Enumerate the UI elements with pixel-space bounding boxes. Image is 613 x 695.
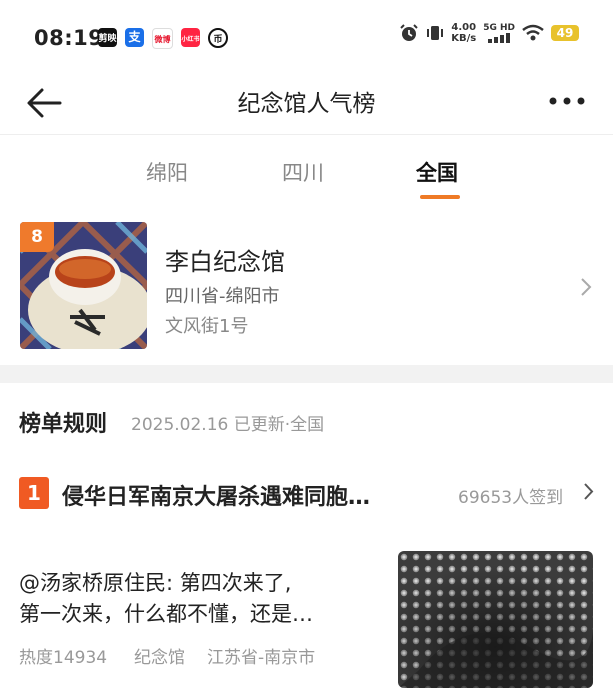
rules-update-meta: 2025.02.16 已更新·全国 <box>131 415 325 435</box>
battery-indicator: 49 <box>551 25 579 41</box>
section-divider <box>0 365 613 383</box>
coin-app-icon: 币 <box>208 28 228 48</box>
nav-bar: 纪念馆人气榜 <box>0 72 613 135</box>
jianying-app-icon: 剪映 <box>98 28 117 47</box>
tab-sichuan[interactable]: 四川 <box>282 157 324 187</box>
ranking-rules-header: 榜单规则 2025.02.16 已更新·全国 <box>0 384 613 444</box>
weibo-app-icon: 微博 <box>152 28 173 49</box>
category-label: 纪念馆 <box>134 648 185 668</box>
more-options-icon[interactable] <box>545 86 589 116</box>
status-bar: 08:19 剪映 支 微博 小红书 币 4.00 KB/s 5G HD 49 <box>0 0 613 72</box>
tab-mianyang[interactable]: 绵阳 <box>146 157 188 187</box>
review-item[interactable]: @汤家桥原住民: 第四次来了, 第一次来，什么都不懂，还是… 热度14934 纪… <box>0 545 613 695</box>
region-tabs: 绵阳 四川 全国 <box>0 135 613 205</box>
heat-value: 热度14934 <box>19 648 108 668</box>
review-photo[interactable] <box>398 551 593 688</box>
xiaohongshu-app-icon: 小红书 <box>181 28 200 47</box>
museum-address: 文风街1号 <box>165 316 249 337</box>
museum-name: 李白纪念馆 <box>165 248 285 276</box>
page-title: 纪念馆人气榜 <box>237 91 376 117</box>
rank-badge: 8 <box>20 222 54 252</box>
signal-bars-icon <box>488 32 511 43</box>
wifi-icon <box>522 24 544 41</box>
vibrate-icon <box>427 26 444 40</box>
rank-number-badge: 1 <box>19 477 49 509</box>
museum-region: 四川省-绵阳市 <box>165 286 280 307</box>
chevron-right-icon[interactable] <box>583 482 595 501</box>
featured-museum-card[interactable]: 李白纪念馆 四川省-绵阳市 文风街1号 <box>0 206 613 364</box>
rules-title[interactable]: 榜单规则 <box>19 406 107 438</box>
location-label: 江苏省-南京市 <box>207 648 316 668</box>
active-tab-indicator <box>420 195 460 199</box>
status-time: 08:19 <box>34 26 104 50</box>
tab-national[interactable]: 全国 <box>416 157 458 187</box>
checkin-count: 69653人签到 <box>458 488 564 508</box>
network-speed: 4.00 KB/s <box>451 22 477 44</box>
alipay-app-icon: 支 <box>125 28 144 47</box>
chevron-right-icon[interactable] <box>579 276 593 298</box>
entry-title: 侵华日军南京大屠杀遇难同胞… <box>62 485 371 510</box>
cellular-signal: 5G HD <box>483 23 515 43</box>
review-text-line1: @汤家桥原住民: 第四次来了, <box>19 571 292 595</box>
notification-icons: 剪映 支 微博 小红书 币 <box>98 28 228 49</box>
alarm-icon <box>400 24 418 41</box>
review-text-line2: 第一次来，什么都不懂，还是… <box>19 602 313 626</box>
ranking-entry[interactable]: 1 侵华日军南京大屠杀遇难同胞… 69653人签到 <box>0 465 613 519</box>
